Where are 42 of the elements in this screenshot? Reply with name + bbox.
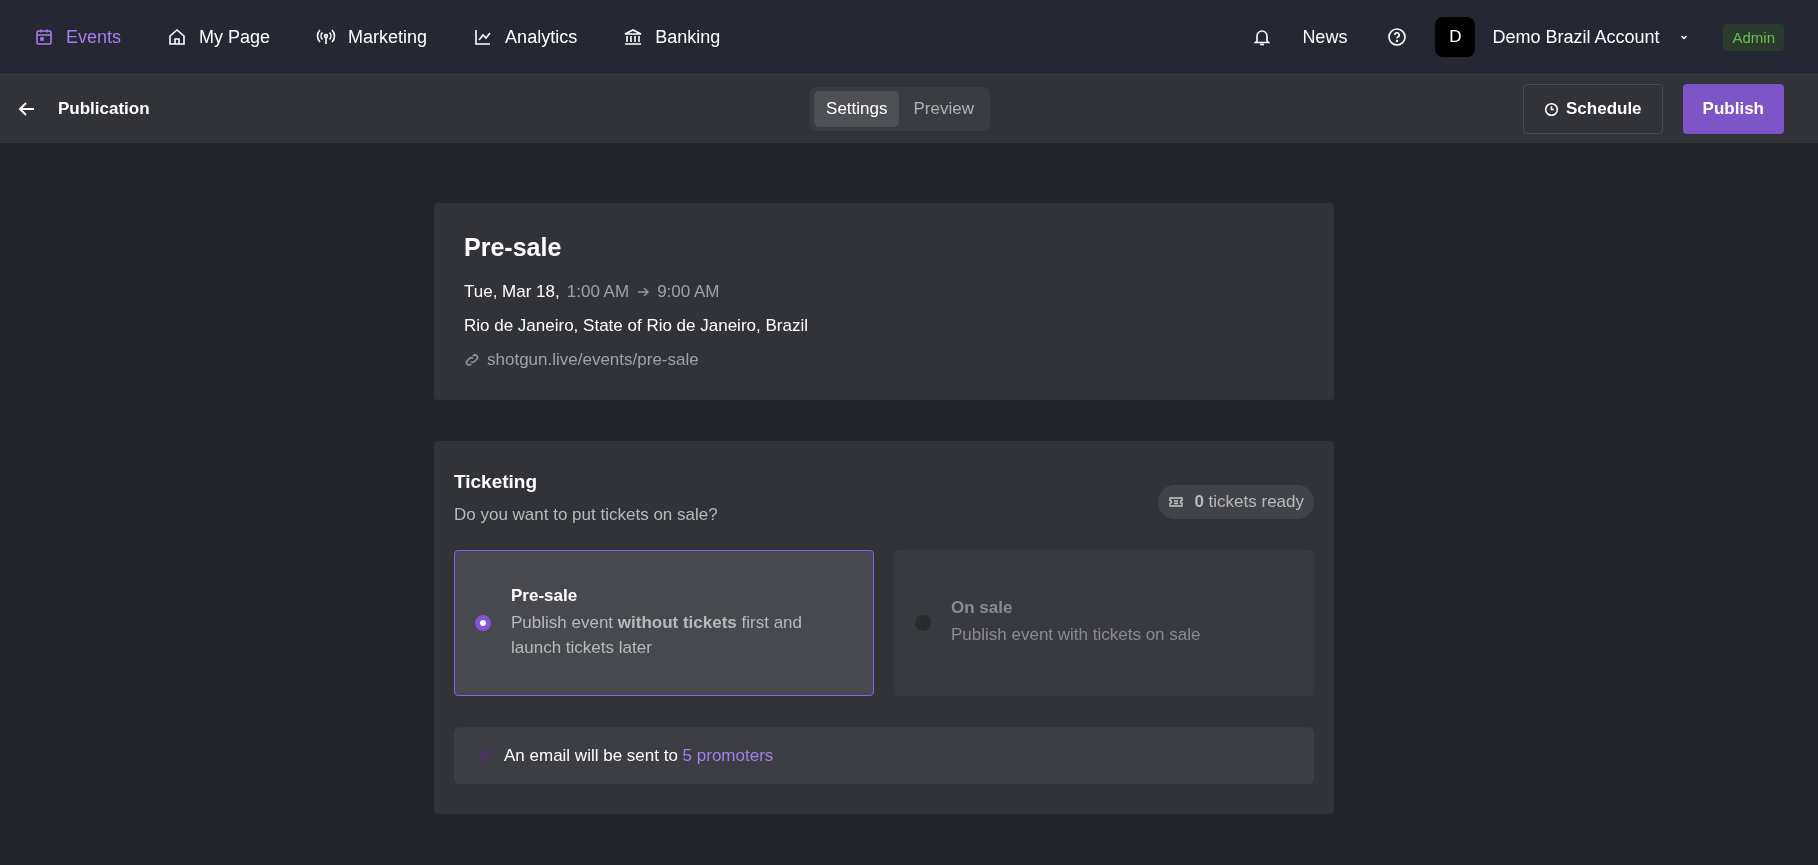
radio-button[interactable] xyxy=(475,615,491,631)
tickets-ready-text: 0 tickets ready xyxy=(1194,492,1304,512)
start-time: 1:00 AM xyxy=(566,282,630,302)
section-title: Ticketing xyxy=(454,471,539,493)
home-icon xyxy=(167,27,188,47)
event-location: Rio de Janeiro, State of Rio de Janeiro, Brazil xyxy=(464,316,808,336)
news-link[interactable]: News xyxy=(1252,26,1348,48)
event-title: Pre-sale xyxy=(464,233,563,262)
arrow-right-icon xyxy=(636,285,651,299)
end-time: 9:00 AM xyxy=(657,282,720,302)
megaphone-icon xyxy=(478,747,492,764)
broadcast-icon xyxy=(316,27,337,47)
option-description: Publish event without tickets first and launch tickets later xyxy=(511,611,803,659)
tab[interactable]: Settings xyxy=(814,91,900,127)
ticket-icon xyxy=(1168,495,1185,509)
option-title: Pre-sale xyxy=(511,585,579,606)
page-title: Publication xyxy=(58,99,150,119)
avatar: D xyxy=(1435,17,1476,57)
event-url-link[interactable]: shotgun.live/events/pre-sale xyxy=(487,350,699,370)
clock-icon xyxy=(1544,101,1559,117)
calendar-icon xyxy=(34,27,54,47)
publish-button[interactable]: Publish xyxy=(1682,84,1784,134)
email-notice-text: An email will be sent to 5 promoters xyxy=(504,745,774,766)
nav-link[interactable]: Events xyxy=(34,26,122,48)
nav-link[interactable]: Analytics xyxy=(473,26,578,48)
option-title: On sale xyxy=(951,598,1014,619)
nav-link[interactable]: My Page xyxy=(167,26,271,48)
chart-icon xyxy=(473,27,494,47)
bank-icon xyxy=(623,27,644,47)
option-card[interactable]: Pre-sale Publish event without tickets first and launch tickets later xyxy=(454,550,874,696)
role-badge: Admin xyxy=(1723,23,1784,51)
nav-link[interactable]: Marketing xyxy=(316,26,428,48)
nav-link[interactable]: Banking xyxy=(623,26,721,48)
link-icon xyxy=(464,352,480,368)
bell-icon xyxy=(1252,27,1273,47)
tab[interactable]: Preview xyxy=(901,91,986,127)
option-description: Publish event with tickets on sale xyxy=(951,624,1201,647)
account-dropdown[interactable]: Demo Brazil Account xyxy=(1492,26,1690,48)
help-icon[interactable] xyxy=(1387,27,1408,47)
schedule-button[interactable]: Schedule xyxy=(1523,84,1663,134)
event-date: Tue, Mar 18, xyxy=(464,282,560,302)
section-question: Do you want to put tickets on sale? xyxy=(454,505,718,525)
